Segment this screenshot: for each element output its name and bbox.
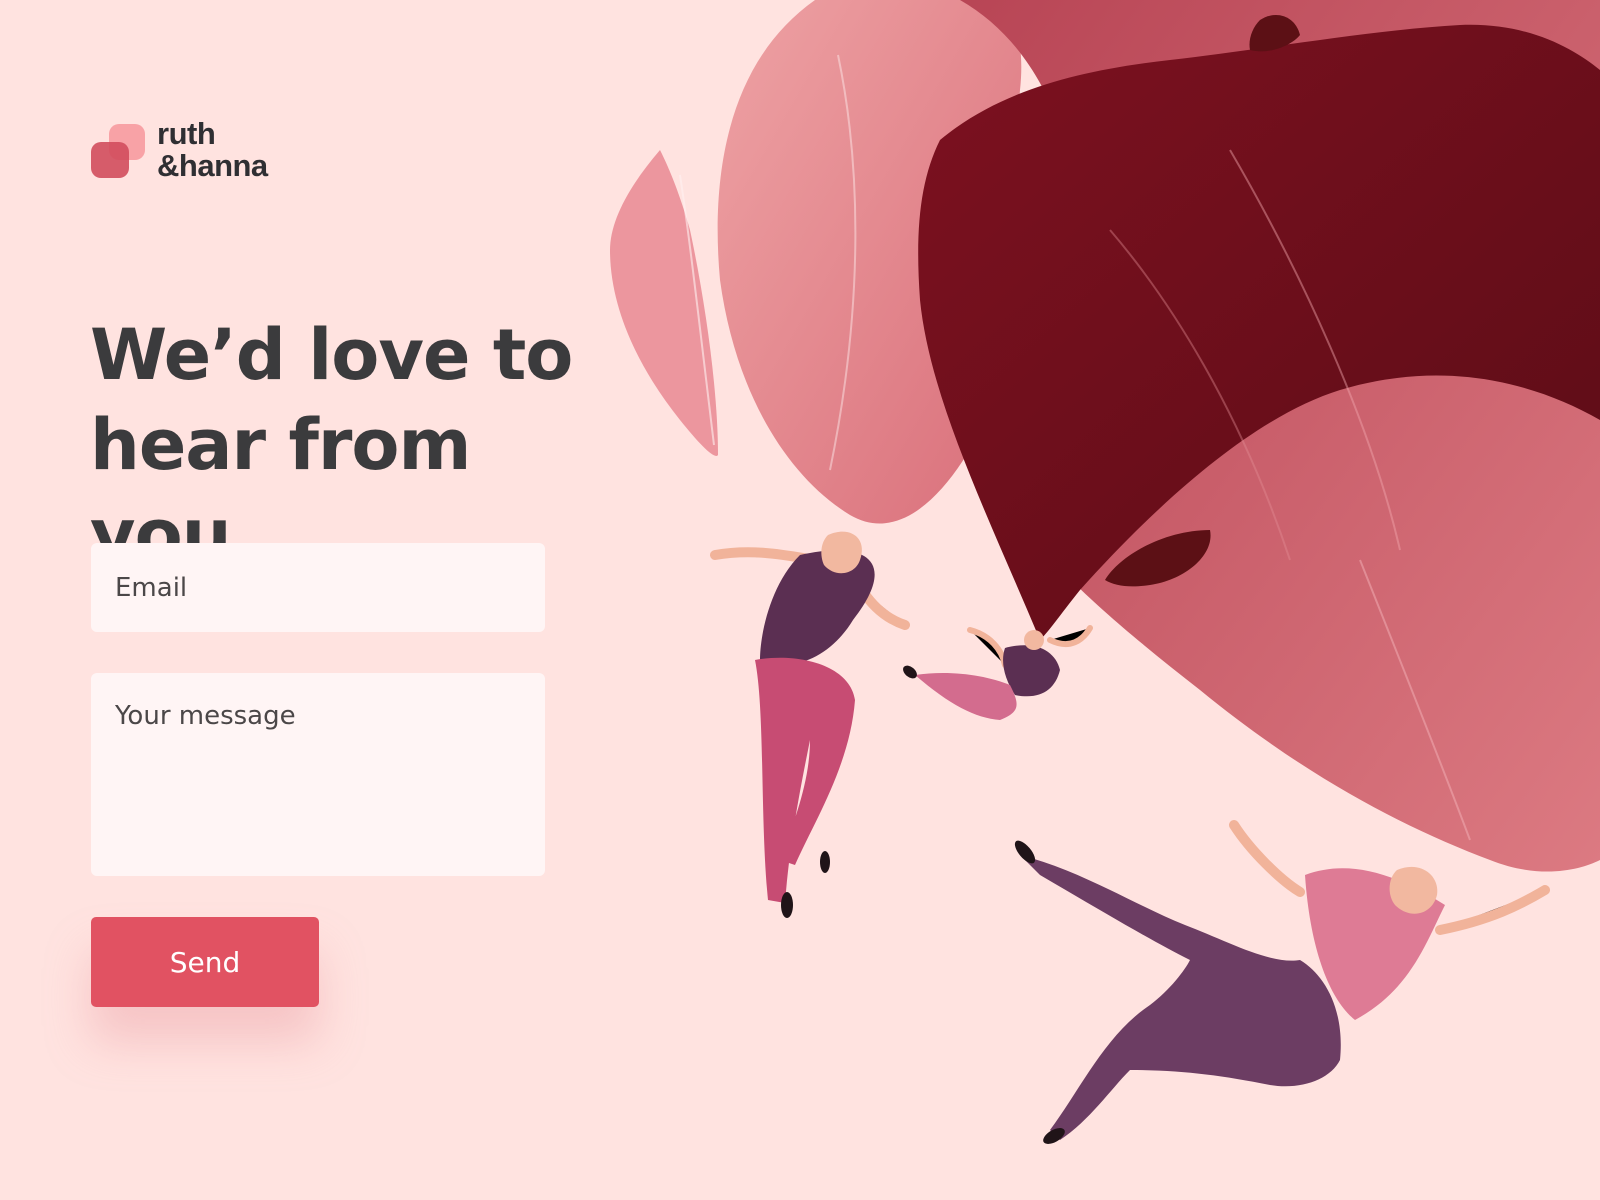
message-textarea[interactable] (91, 673, 545, 876)
email-input[interactable] (91, 543, 545, 632)
falling-person-middle (903, 625, 1093, 720)
brand-name-line2: &hanna (157, 148, 268, 183)
send-button[interactable]: Send (91, 917, 319, 1007)
falling-person-left (710, 531, 910, 918)
falling-person-right (1014, 820, 1550, 1144)
hair-blob-group (610, 0, 1600, 872)
logo-mark-icon (91, 118, 149, 180)
page-headline: We’d love to hear from you. (90, 314, 573, 576)
brand-logo[interactable]: ruth &hanna (91, 118, 268, 182)
hero-illustration (610, 0, 1600, 1144)
left-leaf (610, 150, 718, 456)
brand-name: ruth &hanna (157, 118, 268, 182)
brand-name-line1: ruth (157, 116, 216, 151)
